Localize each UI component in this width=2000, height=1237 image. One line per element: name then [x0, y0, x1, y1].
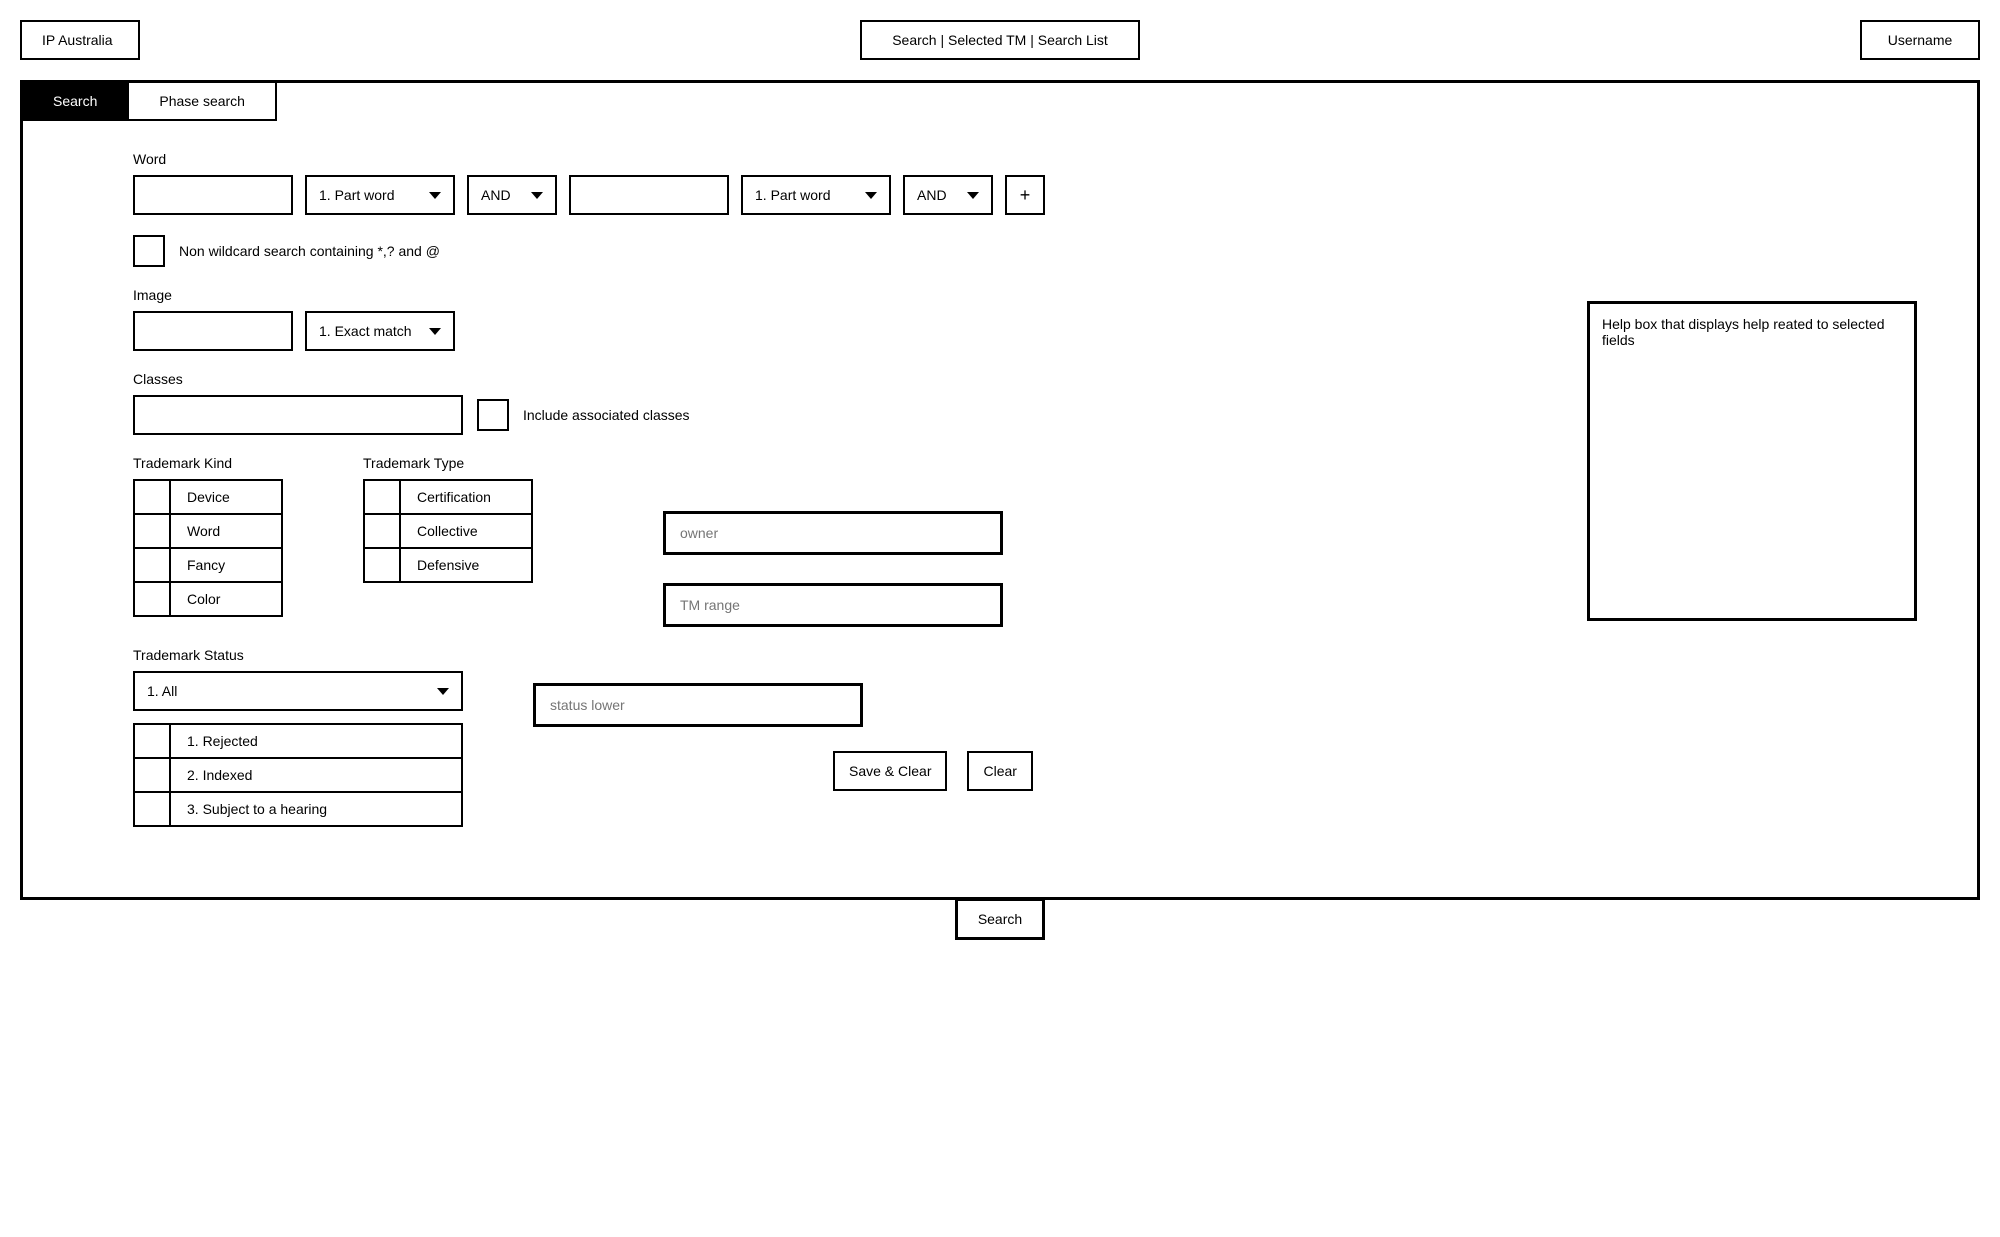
tab-search[interactable]: Search	[21, 81, 129, 121]
include-associated-checkbox[interactable]	[477, 399, 509, 431]
action-buttons: Save & Clear Clear	[833, 751, 1033, 791]
word-operator-value-2: AND	[917, 187, 947, 203]
status-checkbox-rejected[interactable]	[135, 725, 171, 757]
chevron-down-icon	[865, 192, 877, 199]
word-match-value-1: 1. Part word	[319, 187, 394, 203]
kind-checkbox-device[interactable]	[135, 481, 171, 513]
breadcrumb: Search | Selected TM | Search List	[860, 20, 1140, 60]
word-input-1[interactable]	[133, 175, 293, 215]
main-panel: Search Phase search Word 1. Part word AN…	[20, 80, 1980, 900]
trademark-type-section: Trademark Type Certification Collective …	[363, 455, 533, 617]
chevron-down-icon	[429, 328, 441, 335]
status-option-indexed: 2. Indexed	[135, 759, 461, 793]
search-form: Word 1. Part word AND 1. Part word AND +	[23, 121, 1977, 867]
status-lower-input[interactable]	[533, 683, 863, 727]
trademark-kind-section: Trademark Kind Device Word Fancy	[133, 455, 283, 617]
chevron-down-icon	[437, 688, 449, 695]
word-operator-value-1: AND	[481, 187, 511, 203]
status-lower-wrap	[533, 683, 863, 727]
kind-option-fancy: Fancy	[135, 549, 281, 583]
status-option-rejected: 1. Rejected	[135, 725, 461, 759]
word-match-value-2: 1. Part word	[755, 187, 830, 203]
kind-label-color: Color	[171, 583, 281, 615]
type-option-certification: Certification	[365, 481, 531, 515]
right-inputs	[663, 511, 1003, 627]
status-label-hearing: 3. Subject to a hearing	[171, 793, 451, 825]
status-option-hearing: 3. Subject to a hearing	[135, 793, 461, 825]
tabs: Search Phase search	[23, 83, 1977, 121]
kind-checkbox-word[interactable]	[135, 515, 171, 547]
word-match-select-1[interactable]: 1. Part word	[305, 175, 455, 215]
image-match-select[interactable]: 1. Exact match	[305, 311, 455, 351]
kind-label-fancy: Fancy	[171, 549, 281, 581]
trademark-kind-label: Trademark Kind	[133, 455, 283, 471]
non-wildcard-checkbox[interactable]	[133, 235, 165, 267]
chevron-down-icon	[967, 192, 979, 199]
type-label-certification: Certification	[401, 481, 531, 513]
trademark-type-options: Certification Collective Defensive	[363, 479, 533, 583]
search-button-wrap: Search	[20, 898, 1980, 940]
type-label-defensive: Defensive	[401, 549, 531, 581]
help-box: Help box that displays help reated to se…	[1587, 301, 1917, 621]
kind-checkbox-fancy[interactable]	[135, 549, 171, 581]
type-option-defensive: Defensive	[365, 549, 531, 581]
non-wildcard-label: Non wildcard search containing *,? and @	[179, 243, 440, 259]
trademark-kind-options: Device Word Fancy Color	[133, 479, 283, 617]
kind-option-word: Word	[135, 515, 281, 549]
type-option-collective: Collective	[365, 515, 531, 549]
kind-label-device: Device	[171, 481, 281, 513]
clear-button[interactable]: Clear	[967, 751, 1032, 791]
kind-label-word: Word	[171, 515, 281, 547]
type-checkbox-collective[interactable]	[365, 515, 401, 547]
chevron-down-icon	[531, 192, 543, 199]
classes-input[interactable]	[133, 395, 463, 435]
word-input-2[interactable]	[569, 175, 729, 215]
kind-option-color: Color	[135, 583, 281, 615]
word-label: Word	[133, 151, 1867, 167]
save-clear-button[interactable]: Save & Clear	[833, 751, 947, 791]
trademark-status-options: 1. Rejected 2. Indexed 3. Subject to a h…	[133, 723, 463, 827]
status-checkbox-hearing[interactable]	[135, 793, 171, 825]
type-checkbox-defensive[interactable]	[365, 549, 401, 581]
tab-phase-search[interactable]: Phase search	[127, 81, 277, 121]
word-match-select-2[interactable]: 1. Part word	[741, 175, 891, 215]
trademark-status-select[interactable]: 1. All	[133, 671, 463, 711]
type-checkbox-certification[interactable]	[365, 481, 401, 513]
owner-input[interactable]	[663, 511, 1003, 555]
trademark-type-label: Trademark Type	[363, 455, 533, 471]
word-row: 1. Part word AND 1. Part word AND +	[133, 175, 1867, 215]
image-match-value: 1. Exact match	[319, 323, 412, 339]
non-wildcard-row: Non wildcard search containing *,? and @	[133, 235, 1867, 267]
trademark-status-label: Trademark Status	[133, 647, 1867, 663]
tm-range-input[interactable]	[663, 583, 1003, 627]
word-operator-select-2[interactable]: AND	[903, 175, 993, 215]
word-operator-select-1[interactable]: AND	[467, 175, 557, 215]
status-checkbox-indexed[interactable]	[135, 759, 171, 791]
chevron-down-icon	[429, 192, 441, 199]
status-label-rejected: 1. Rejected	[171, 725, 451, 757]
include-associated-label: Include associated classes	[523, 407, 690, 423]
trademark-status-section: Trademark Status 1. All 1. Rejected 2. I…	[133, 647, 1867, 827]
username[interactable]: Username	[1860, 20, 1980, 60]
search-button[interactable]: Search	[955, 898, 1045, 940]
add-word-button[interactable]: +	[1005, 175, 1045, 215]
kind-option-device: Device	[135, 481, 281, 515]
image-input[interactable]	[133, 311, 293, 351]
type-label-collective: Collective	[401, 515, 531, 547]
logo: IP Australia	[20, 20, 140, 60]
trademark-status-value: 1. All	[147, 683, 177, 699]
status-label-indexed: 2. Indexed	[171, 759, 451, 791]
kind-checkbox-color[interactable]	[135, 583, 171, 615]
